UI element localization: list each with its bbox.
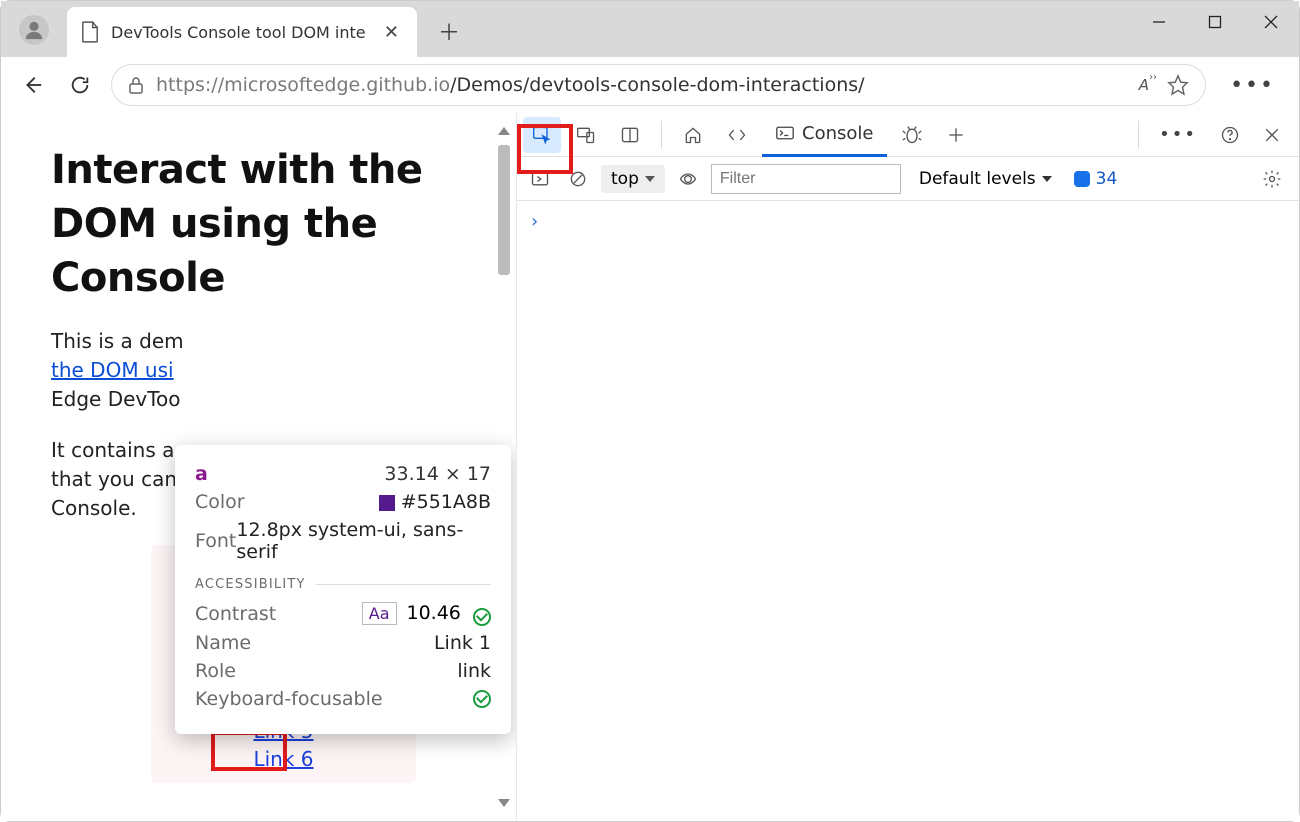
page-icon — [81, 21, 99, 43]
issue-icon — [1074, 171, 1090, 187]
new-tab-button[interactable]: ＋ — [431, 13, 467, 49]
close-window-button[interactable] — [1243, 1, 1299, 43]
issues-tab-icon[interactable] — [893, 117, 931, 153]
highlight-annotation — [517, 124, 573, 174]
lock-icon — [128, 76, 144, 94]
browser-menu-button[interactable]: ••• — [1220, 73, 1285, 98]
devtools-panel: Console ••• top Default levels 34 › — [517, 113, 1299, 821]
maximize-button[interactable] — [1187, 1, 1243, 43]
console-tab[interactable]: Console — [762, 113, 887, 157]
devtools-menu-button[interactable]: ••• — [1149, 124, 1207, 145]
tab-title: DevTools Console tool DOM inte — [111, 23, 368, 42]
live-expression-button[interactable] — [673, 161, 703, 197]
page-content: Interact with the DOM using the Console … — [1, 113, 517, 821]
element-inspector-tooltip: a33.14 × 17 Color#551A8B Font12.8px syst… — [175, 445, 511, 734]
console-prompt-caret: › — [531, 211, 538, 232]
close-tab-icon[interactable]: ✕ — [380, 18, 403, 47]
elements-tab-icon[interactable] — [718, 117, 756, 153]
more-tabs-button[interactable] — [937, 117, 975, 153]
page-paragraph-1: This is a dem the DOM usi Edge DevToo — [51, 327, 476, 414]
favorite-icon[interactable] — [1167, 74, 1189, 96]
link-item[interactable]: Link 6 — [151, 745, 416, 773]
browser-tab[interactable]: DevTools Console tool DOM inte ✕ — [67, 7, 417, 57]
console-filter-input[interactable] — [711, 164, 901, 194]
help-button[interactable] — [1211, 117, 1249, 153]
dock-side-button[interactable] — [611, 117, 649, 153]
tooltip-section-header: ACCESSIBILITY — [195, 577, 491, 592]
page-heading: Interact with the DOM using the Console — [51, 143, 476, 305]
address-bar[interactable]: https://microsoftedge.github.io/Demos/de… — [111, 64, 1206, 106]
check-icon — [473, 608, 491, 626]
url-text: https://microsoftedge.github.io/Demos/de… — [156, 74, 865, 96]
refresh-button[interactable] — [63, 68, 97, 102]
context-selector[interactable]: top — [601, 165, 665, 193]
profile-avatar[interactable] — [19, 15, 49, 45]
tooltip-tag: a — [195, 463, 208, 485]
console-body[interactable]: › — [517, 201, 1299, 821]
read-aloud-icon[interactable]: A›› — [1139, 76, 1149, 94]
log-levels-selector[interactable]: Default levels — [919, 169, 1052, 189]
welcome-tab-icon[interactable] — [674, 117, 712, 153]
check-icon — [473, 690, 491, 708]
issues-counter[interactable]: 34 — [1074, 169, 1118, 189]
tooltip-dimensions: 33.14 × 17 — [384, 463, 491, 485]
minimize-button[interactable] — [1131, 1, 1187, 43]
console-settings-button[interactable] — [1253, 161, 1291, 197]
color-swatch — [379, 495, 395, 511]
inline-link[interactable]: the DOM usi — [51, 358, 174, 382]
back-button[interactable] — [15, 68, 49, 102]
close-devtools-button[interactable] — [1253, 117, 1291, 153]
